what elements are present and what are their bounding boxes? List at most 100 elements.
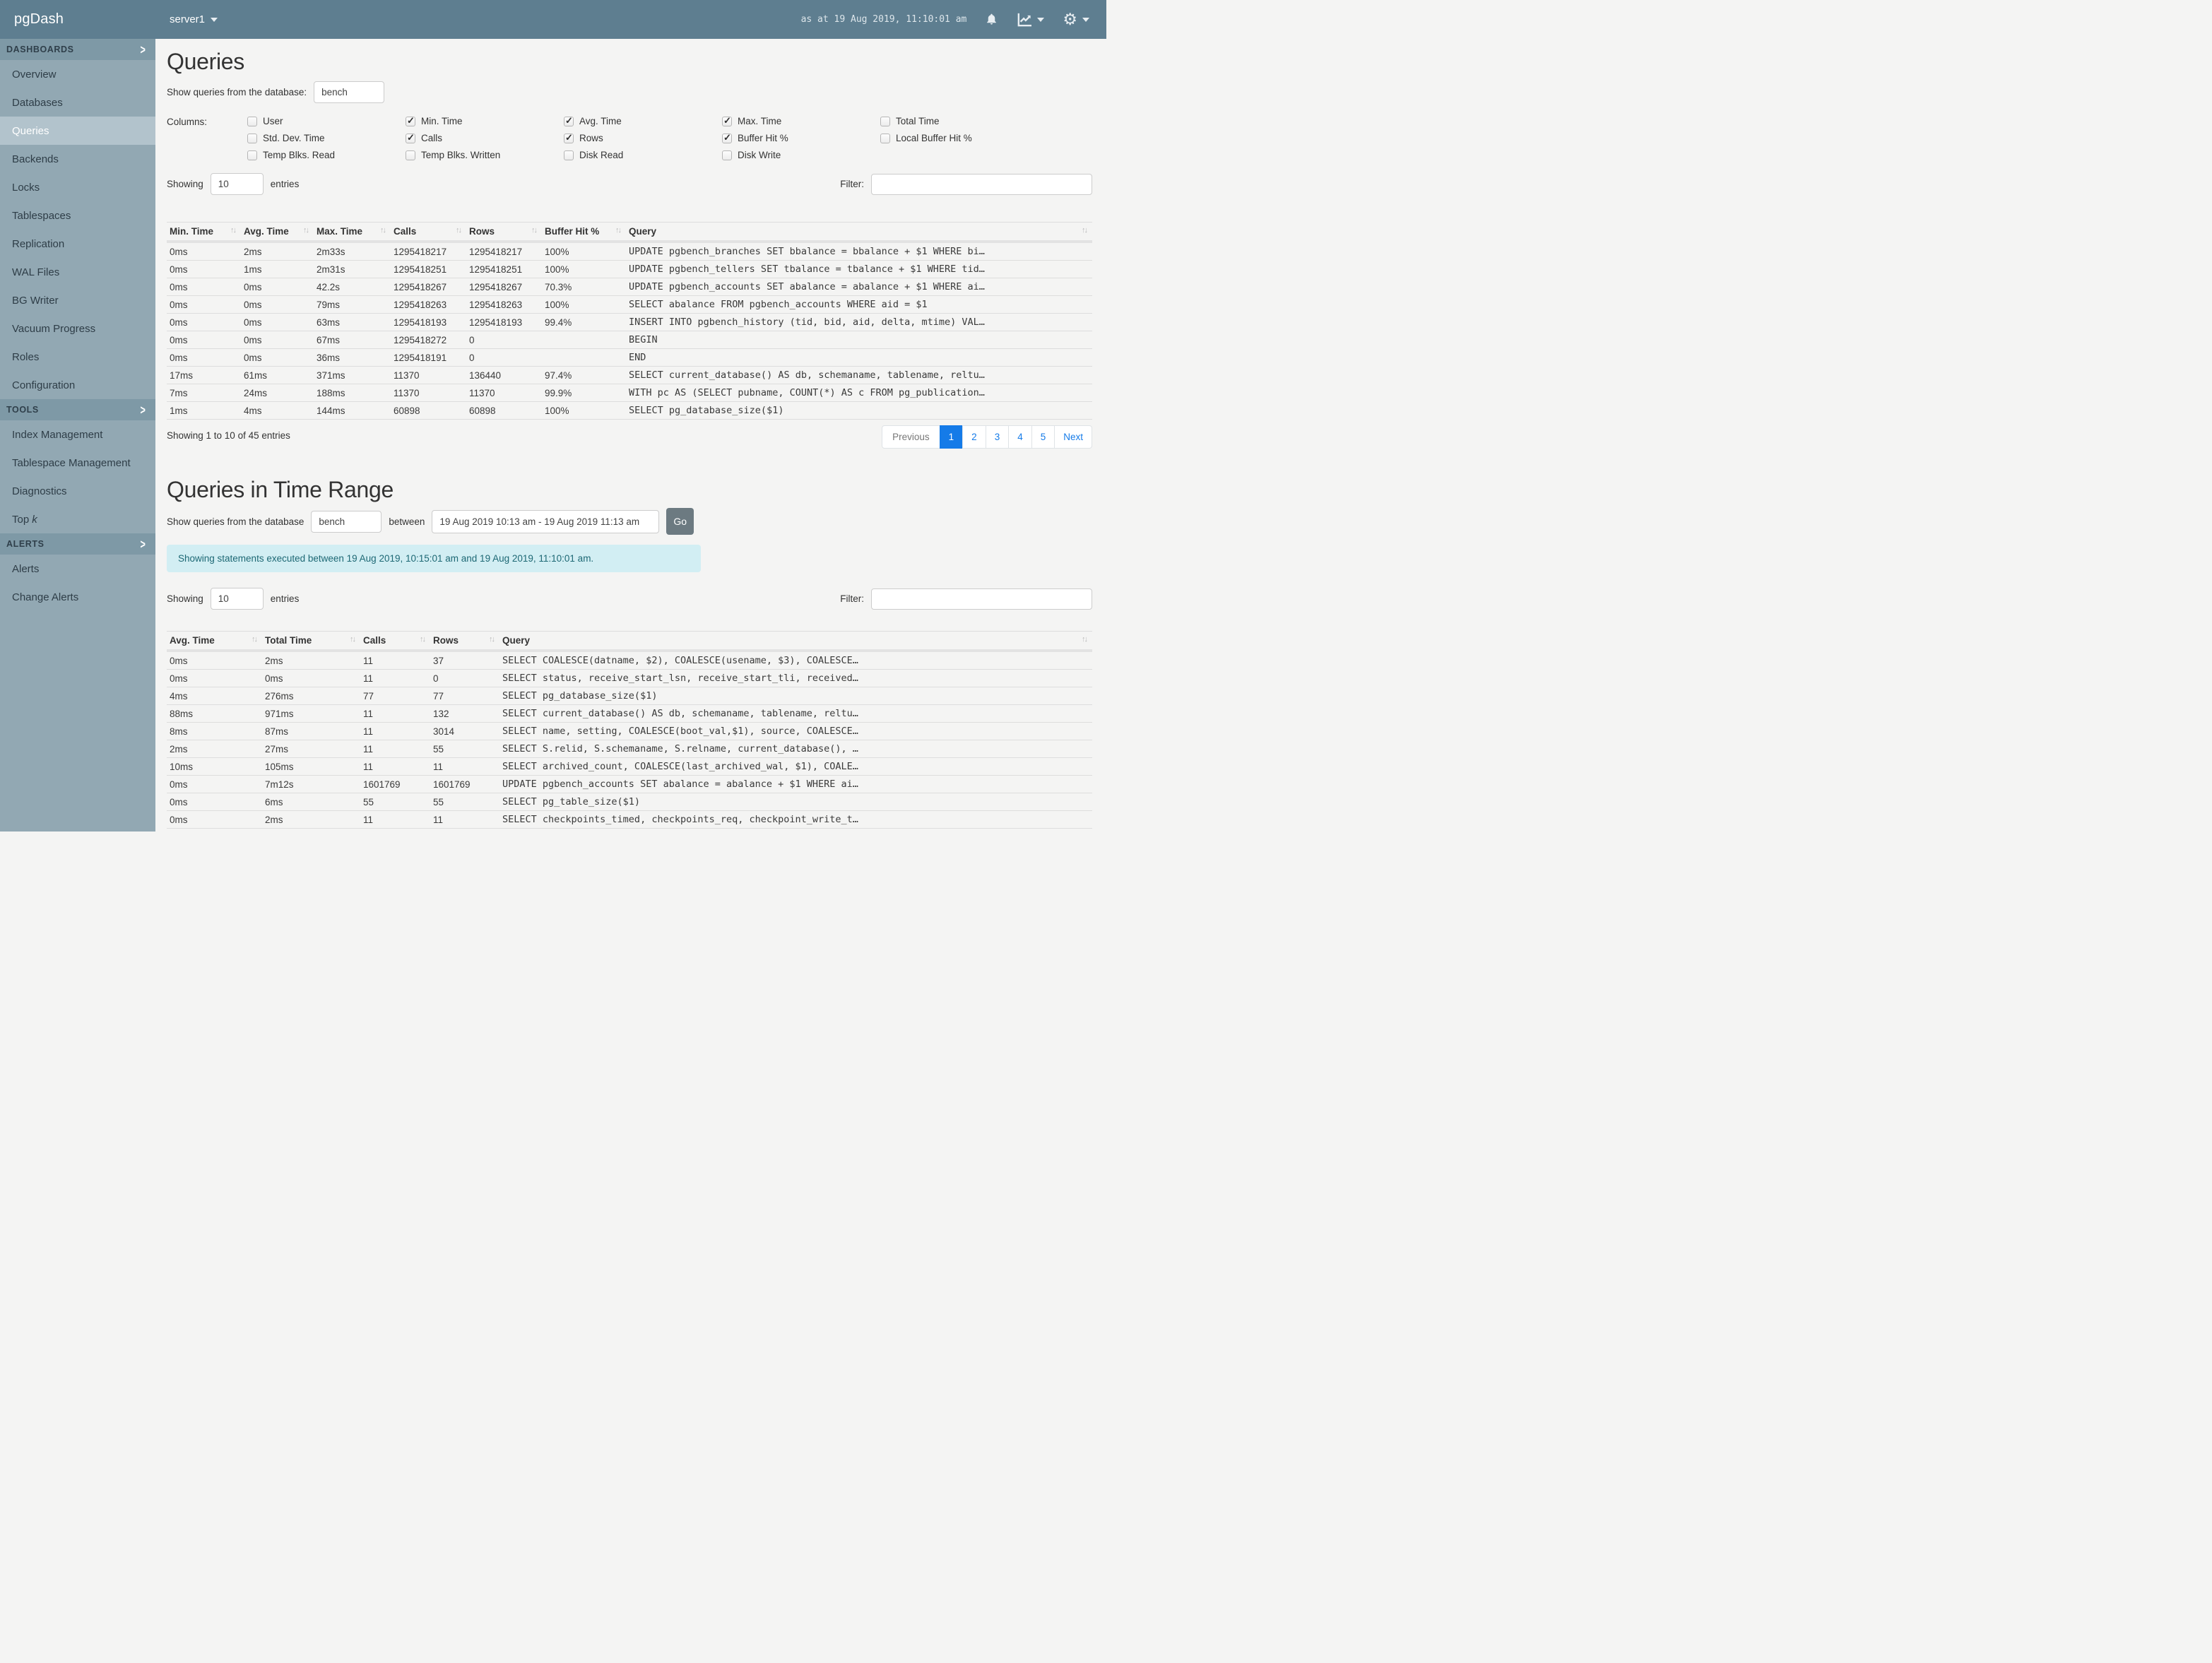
date-range-input[interactable] bbox=[432, 509, 660, 533]
query-link[interactable]: UPDATE pgbench_tellers SET tbalance = tb… bbox=[626, 260, 1092, 278]
sidebar-section-alerts[interactable]: ALERTS > bbox=[0, 533, 155, 555]
column-header-avg-time[interactable]: Avg. Time ↑↓ bbox=[167, 631, 262, 652]
sort-icon: ↑↓ bbox=[615, 226, 622, 235]
column-toggle-temp-blks-written: Temp Blks. Written bbox=[406, 150, 564, 160]
cell: 4ms bbox=[167, 687, 262, 705]
charts-menu-button[interactable] bbox=[1017, 13, 1045, 27]
column-header-avg-time[interactable]: Avg. Time ↑↓ bbox=[241, 222, 314, 243]
column-header-calls[interactable]: Calls ↑↓ bbox=[391, 222, 466, 243]
query-link[interactable]: END bbox=[626, 348, 1092, 367]
sidebar-item-roles[interactable]: Roles bbox=[0, 343, 155, 371]
column-header-max-time[interactable]: Max. Time ↑↓ bbox=[314, 222, 391, 243]
page-button-2[interactable]: 2 bbox=[962, 425, 986, 449]
sidebar-item-queries[interactable]: Queries bbox=[0, 117, 155, 145]
sidebar-section-tools[interactable]: TOOLS > bbox=[0, 399, 155, 420]
column-header-buffer-hit[interactable]: Buffer Hit % ↑↓ bbox=[542, 222, 626, 243]
checkbox-temp-blks-written[interactable] bbox=[406, 150, 415, 160]
sidebar-item-top-k[interactable]: Top k bbox=[0, 505, 155, 533]
sidebar-item-diagnostics[interactable]: Diagnostics bbox=[0, 477, 155, 505]
table-row: 2ms 27ms 11 55 SELECT S.relid, S.schemaname,… bbox=[167, 740, 1092, 758]
query-link[interactable]: SELECT pg_database_size($1) bbox=[626, 401, 1092, 420]
query-link[interactable]: SELECT archived_count, COALESCE(last_arc… bbox=[499, 757, 1092, 776]
entries-count-input[interactable] bbox=[210, 588, 264, 610]
sidebar-item-tablespace-management[interactable]: Tablespace Management bbox=[0, 449, 155, 477]
cell: 11370 bbox=[391, 384, 466, 402]
query-link[interactable]: BEGIN bbox=[626, 331, 1092, 349]
column-header-query[interactable]: Query ↑↓ bbox=[626, 222, 1092, 243]
query-link[interactable]: SELECT current_database() AS db, scheman… bbox=[499, 704, 1092, 723]
checkbox-local-buffer-hit[interactable] bbox=[880, 133, 890, 143]
query-link[interactable]: SELECT name, setting, COALESCE(boot_val,… bbox=[499, 722, 1092, 740]
entries-count-input[interactable] bbox=[210, 173, 264, 195]
checkbox-rows[interactable] bbox=[564, 132, 574, 143]
column-header-rows[interactable]: Rows ↑↓ bbox=[430, 631, 499, 652]
page-button-1[interactable]: 1 bbox=[939, 425, 964, 449]
cell bbox=[542, 348, 626, 367]
sidebar-item-databases[interactable]: Databases bbox=[0, 88, 155, 117]
sidebar-item-alerts[interactable]: Alerts bbox=[0, 555, 155, 583]
cell: 0ms bbox=[167, 810, 262, 829]
query-link[interactable]: SELECT COALESCE(datname, $2), COALESCE(u… bbox=[499, 651, 1092, 670]
sidebar-section-dashboards[interactable]: DASHBOARDS > bbox=[0, 39, 155, 60]
query-link[interactable]: SELECT abalance FROM pgbench_accounts WH… bbox=[626, 295, 1092, 314]
checkbox-disk-read[interactable] bbox=[564, 150, 574, 160]
query-link[interactable]: SELECT current_database() AS db, scheman… bbox=[626, 366, 1092, 384]
sort-icon: ↑↓ bbox=[1082, 226, 1088, 235]
page-button-3[interactable]: 3 bbox=[985, 425, 1010, 449]
sidebar-item-index-management[interactable]: Index Management bbox=[0, 420, 155, 449]
checkbox-avg-time[interactable] bbox=[564, 115, 574, 126]
checkbox-disk-write[interactable] bbox=[722, 150, 732, 160]
brand-logo[interactable]: pgDash bbox=[14, 11, 155, 28]
checkbox-buffer-hit[interactable] bbox=[722, 132, 732, 143]
column-header-min-time[interactable]: Min. Time ↑↓ bbox=[167, 222, 241, 243]
sidebar-item-wal-files[interactable]: WAL Files bbox=[0, 258, 155, 286]
checkbox-std-dev-time[interactable] bbox=[247, 133, 257, 143]
checkbox-max-time[interactable] bbox=[722, 115, 732, 126]
notifications-button[interactable] bbox=[985, 12, 998, 27]
page-button-4[interactable]: 4 bbox=[1008, 425, 1032, 449]
checkbox-calls[interactable] bbox=[406, 132, 415, 143]
cell: 11370 bbox=[466, 384, 542, 402]
column-header-rows[interactable]: Rows ↑↓ bbox=[466, 222, 542, 243]
page-button-5[interactable]: 5 bbox=[1031, 425, 1055, 449]
sidebar-item-change-alerts[interactable]: Change Alerts bbox=[0, 583, 155, 611]
checkbox-user[interactable] bbox=[247, 116, 257, 126]
filter-input[interactable] bbox=[871, 588, 1092, 610]
checkbox-min-time[interactable] bbox=[406, 115, 415, 126]
query-link[interactable]: SELECT status, receive_start_lsn, receiv… bbox=[499, 669, 1092, 687]
query-link[interactable]: UPDATE pgbench_accounts SET abalance = a… bbox=[626, 278, 1092, 296]
sidebar-item-bg-writer[interactable]: BG Writer bbox=[0, 286, 155, 314]
checkbox-temp-blks-read[interactable] bbox=[247, 150, 257, 160]
database-input[interactable] bbox=[311, 510, 382, 533]
query-link[interactable]: INSERT INTO pgbench_history (tid, bid, a… bbox=[626, 313, 1092, 331]
query-link[interactable]: UPDATE pgbench_branches SET bbalance = b… bbox=[626, 242, 1092, 261]
column-header-total-time[interactable]: Total Time ↑↓ bbox=[262, 631, 360, 652]
filter-input[interactable] bbox=[871, 173, 1092, 195]
page-button-next[interactable]: Next bbox=[1054, 425, 1092, 449]
query-link[interactable]: UPDATE pgbench_accounts SET abalance = a… bbox=[499, 775, 1092, 793]
sidebar-item-tablespaces[interactable]: Tablespaces bbox=[0, 201, 155, 230]
chevron-right-icon: > bbox=[140, 42, 146, 57]
sidebar-item-configuration[interactable]: Configuration bbox=[0, 371, 155, 399]
query-link[interactable]: SELECT pg_table_size($1) bbox=[499, 793, 1092, 811]
time-range-controls: Show queries from the database between G… bbox=[167, 508, 1092, 535]
cell: 77 bbox=[360, 687, 430, 705]
sidebar-item-overview[interactable]: Overview bbox=[0, 60, 155, 88]
query-link[interactable]: SELECT pg_database_size($1) bbox=[499, 687, 1092, 705]
column-header-calls[interactable]: Calls ↑↓ bbox=[360, 631, 430, 652]
server-selector[interactable]: server1 bbox=[170, 13, 218, 25]
settings-menu-button[interactable]: ⚙ bbox=[1063, 11, 1089, 28]
database-input[interactable] bbox=[314, 81, 385, 103]
checkbox-total-time[interactable] bbox=[880, 116, 890, 126]
query-link[interactable]: SELECT checkpoints_timed, checkpoints_re… bbox=[499, 810, 1092, 829]
query-link[interactable]: SELECT S.relid, S.schemaname, S.relname,… bbox=[499, 740, 1092, 758]
table-row: 0ms 0ms 63ms 1295418193 1295418193 99.4% INSER… bbox=[167, 313, 1092, 331]
sidebar-item-backends[interactable]: Backends bbox=[0, 145, 155, 173]
sidebar-item-vacuum-progress[interactable]: Vacuum Progress bbox=[0, 314, 155, 343]
page-button-previous[interactable]: Previous bbox=[882, 425, 940, 449]
query-link[interactable]: WITH pc AS (SELECT pubname, COUNT(*) AS … bbox=[626, 384, 1092, 402]
column-header-query[interactable]: Query ↑↓ bbox=[499, 631, 1092, 652]
sidebar-item-replication[interactable]: Replication bbox=[0, 230, 155, 258]
sidebar-item-locks[interactable]: Locks bbox=[0, 173, 155, 201]
go-button[interactable]: Go bbox=[666, 508, 694, 535]
